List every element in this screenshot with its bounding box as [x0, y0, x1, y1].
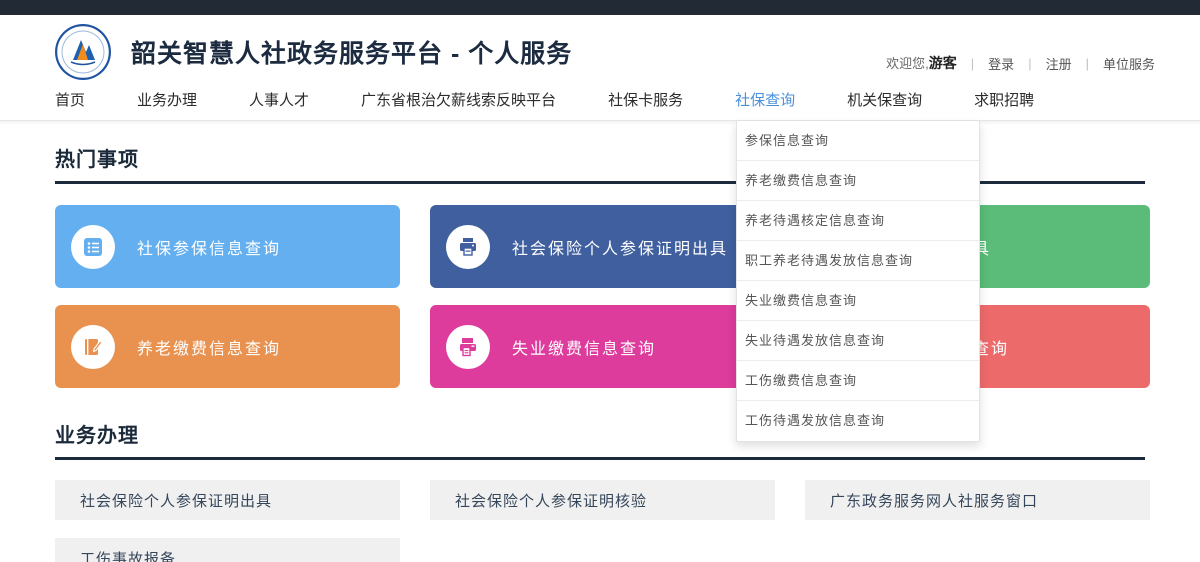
hot-card-shiye-jiaofei[interactable]: 失业缴费信息查询 [430, 305, 775, 388]
dropdown-item-canbao-info[interactable]: 参保信息查询 [737, 121, 979, 161]
separator: | [1028, 56, 1031, 71]
section-title-business: 业务办理 [55, 419, 1145, 460]
welcome-text: 欢迎您,游客 [886, 53, 957, 73]
register-link[interactable]: 注册 [1046, 54, 1072, 73]
nav-item-business[interactable]: 业务办理 [137, 90, 197, 112]
dropdown-item-yanglao-jiaofei[interactable]: 养老缴费信息查询 [737, 161, 979, 201]
hot-card-yanglao-jiaofei[interactable]: 养老缴费信息查询 [55, 305, 400, 388]
dropdown-item-yanglao-heding[interactable]: 养老待遇核定信息查询 [737, 201, 979, 241]
unit-service-link[interactable]: 单位服务 [1103, 54, 1155, 73]
card-label: 广东政务服务网人社服务窗口 [830, 490, 1038, 511]
page-title: 韶关智慧人社政务服务平台 - 个人服务 [131, 34, 572, 70]
nav-item-social-card[interactable]: 社保卡服务 [608, 90, 683, 112]
dropdown-item-shiye-jiaofei[interactable]: 失业缴费信息查询 [737, 281, 979, 321]
business-cards-grid: 社会保险个人参保证明出具 社会保险个人参保证明核验 广东政务服务网人社服务窗口 … [55, 480, 1145, 562]
card-label: 社会保险个人参保证明出具 [80, 490, 272, 511]
welcome-username: 游客 [929, 55, 957, 71]
card-label: 工伤事故报备 [80, 548, 176, 562]
card-label: 社会保险个人参保证明核验 [455, 490, 647, 511]
user-area: 欢迎您,游客 | 登录 | 注册 | 单位服务 [886, 53, 1155, 73]
dropdown-item-zhigong-yanglao-fafang[interactable]: 职工养老待遇发放信息查询 [737, 241, 979, 281]
section-title-hot: 热门事项 [55, 143, 1145, 184]
site-header: 韶关智慧人社政务服务平台 - 个人服务 欢迎您,游客 | 登录 | 注册 | 单… [0, 15, 1200, 88]
hot-cards-grid: 社保参保信息查询 社会保险个人参保证明出具 具 [55, 205, 1145, 388]
nav-item-social-insurance-query[interactable]: 社保查询 [735, 90, 795, 112]
main-content: 热门事项 社保参保信息查询 [0, 121, 1200, 562]
dropdown-item-shiye-fafang[interactable]: 失业待遇发放信息查询 [737, 321, 979, 361]
biz-card-zhengming-chuju[interactable]: 社会保险个人参保证明出具 [55, 480, 400, 520]
social-insurance-query-dropdown: 参保信息查询 养老缴费信息查询 养老待遇核定信息查询 职工养老待遇发放信息查询 … [736, 121, 980, 442]
separator: | [1086, 56, 1089, 71]
nav-item-wage-platform[interactable]: 广东省根治欠薪线索反映平台 [361, 90, 556, 112]
book-pen-icon [71, 325, 115, 369]
biz-card-gongshang-baobei[interactable]: 工伤事故报备 [55, 538, 400, 562]
biz-card-zhengming-heyan[interactable]: 社会保险个人参保证明核验 [430, 480, 775, 520]
main-nav: 首页 业务办理 人事人才 广东省根治欠薪线索反映平台 社保卡服务 社保查询 机关… [0, 88, 1200, 121]
top-dark-strip [0, 0, 1200, 15]
dropdown-item-gongshang-jiaofei[interactable]: 工伤缴费信息查询 [737, 361, 979, 401]
printer-icon [446, 225, 490, 269]
card-label: 社会保险个人参保证明出具 [512, 235, 728, 259]
fax-icon [446, 325, 490, 369]
nav-item-home[interactable]: 首页 [55, 90, 85, 112]
biz-card-gdzw-window[interactable]: 广东政务服务网人社服务窗口 [805, 480, 1150, 520]
list-icon [71, 225, 115, 269]
hot-card-shebao-canbao[interactable]: 社保参保信息查询 [55, 205, 400, 288]
card-label: 社保参保信息查询 [137, 235, 281, 259]
login-link[interactable]: 登录 [988, 54, 1014, 73]
dropdown-item-gongshang-fafang[interactable]: 工伤待遇发放信息查询 [737, 401, 979, 441]
nav-item-hr-talent[interactable]: 人事人才 [249, 90, 309, 112]
hot-card-canbao-zhengming[interactable]: 社会保险个人参保证明出具 [430, 205, 775, 288]
separator: | [971, 56, 974, 71]
card-label: 养老缴费信息查询 [137, 335, 281, 359]
card-label: 失业缴费信息查询 [512, 335, 656, 359]
nav-item-gov-insurance-query[interactable]: 机关保查询 [847, 90, 922, 112]
nav-item-job-recruit[interactable]: 求职招聘 [974, 90, 1034, 112]
site-logo[interactable] [55, 24, 111, 80]
welcome-prefix: 欢迎您, [886, 56, 929, 71]
